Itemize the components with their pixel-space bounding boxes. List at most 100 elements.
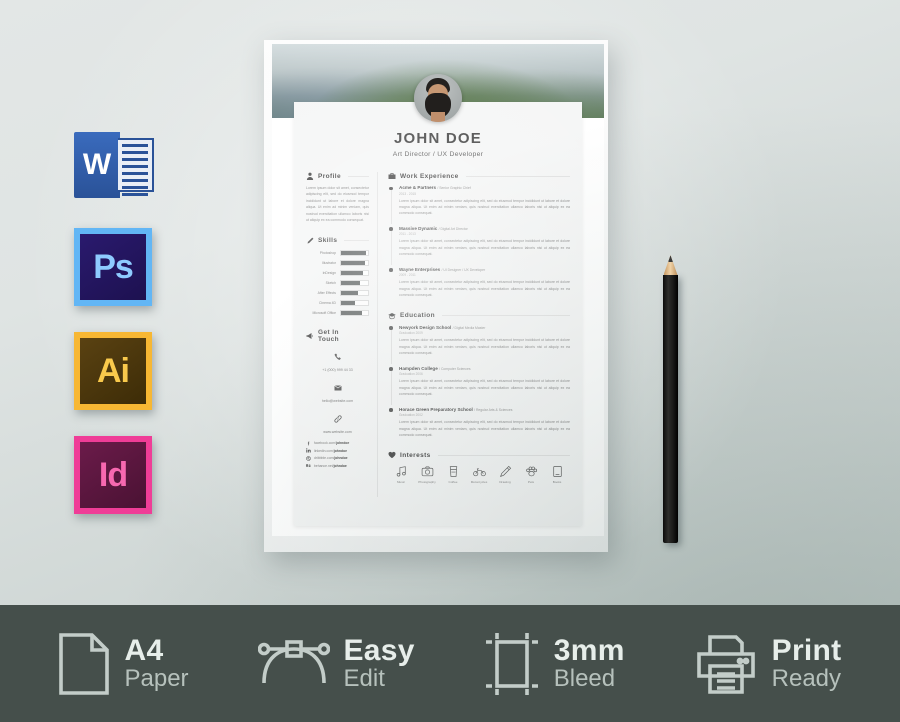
megaphone-icon [306, 332, 314, 340]
feature-print-ready: Print Ready [694, 632, 842, 696]
feature-edit-line1: Easy [343, 633, 415, 667]
interest-label: Drawing [499, 480, 511, 485]
entry-date: Graduation 2009 [399, 331, 423, 336]
list-item: Newyork Design School / Digital Media Ma… [388, 325, 570, 364]
interest-label: Pets [527, 480, 535, 485]
divider [344, 240, 369, 242]
entry-text: Lorem ipsum dolor sit amet, consectetur … [399, 420, 570, 437]
social-link-text: dribbble.com/johndoe [314, 456, 348, 461]
profile-text: Lorem ipsum dolor sit amet, consectetur … [306, 186, 369, 223]
music-note-icon [388, 464, 414, 479]
entry-date: 2013 - 2015 [399, 191, 417, 196]
indesign-icon-letters: Id [98, 456, 128, 494]
interest-item: Drawing [492, 464, 518, 484]
social-links-list: facebook.com/johndoe linkedin.com/johndoe… [306, 441, 369, 469]
interest-item: Coffee [440, 464, 466, 484]
contact-email[interactable]: hello@website.com [306, 379, 369, 403]
feature-a4-line2: Paper [124, 665, 189, 693]
paw-icon [518, 464, 544, 479]
photoshop-icon[interactable]: Ps [74, 228, 152, 306]
social-link-text: behance.net/johndoe [314, 463, 347, 468]
education-section: Education Newyork Design School / Digita… [388, 312, 570, 439]
interest-label: Coffee [448, 480, 458, 485]
divider [465, 175, 570, 177]
timeline-connector [390, 230, 392, 265]
motorcycle-icon [466, 464, 492, 479]
skill-label: After Effects [317, 290, 336, 295]
document-page-icon [58, 632, 110, 696]
skill-label: Microsoft Office [312, 310, 337, 315]
interests-list: Music Photography Coffee Motorcycles Drawing… [388, 464, 570, 484]
indesign-icon[interactable]: Id [74, 436, 152, 514]
skill-row: InDesign [306, 269, 369, 276]
entry-text: Lorem ipsum dolor sit amet, consectetur … [399, 338, 570, 356]
briefcase-icon [388, 172, 396, 180]
avatar [414, 74, 462, 122]
skill-row: Photoshop [306, 249, 369, 256]
user-icon [306, 172, 314, 180]
skill-bar [340, 309, 369, 316]
contact-section: Get In Touch +1 (000) 999 44 33 hello@we… [306, 329, 369, 469]
book-icon [544, 464, 570, 479]
pen-icon [306, 237, 314, 245]
timeline-connector [390, 190, 392, 224]
skills-title: Skills [318, 237, 338, 245]
entry-text: Lorem ipsum dolor sit amet, consectetur … [399, 198, 570, 216]
interest-item: Photography [414, 464, 440, 484]
skill-label: InDesign [322, 270, 336, 275]
entry-title: Wayne Enterprises / UI Designer / UX Dev… [399, 266, 486, 272]
feature-bleed-line1: 3mm [553, 633, 625, 667]
interests-section: Interests Music Photography Coffee Motorcyc… [388, 451, 570, 484]
entry-date: 2011 - 2013 [399, 232, 416, 237]
interest-item: Books [544, 464, 570, 484]
divider [437, 454, 570, 456]
social-link[interactable]: dribbble.com/johndoe [306, 455, 369, 461]
skill-row: Cinema 4D [306, 299, 369, 306]
interests-title: Interests [400, 451, 431, 459]
divider [348, 175, 369, 177]
pencil-tip-wood [663, 255, 678, 275]
skill-bar-fill [341, 290, 359, 295]
word-icon-lines [118, 138, 154, 196]
resume-sidebar: Profile Lorem ipsum dolor sit amet, cons… [306, 172, 377, 497]
word-icon-body: W [74, 132, 120, 198]
work-entry-list: Acme & Partners / Senior Graphic Chief 20… [388, 185, 570, 299]
interest-item: Motorcycles [466, 464, 492, 484]
social-link[interactable]: behance.net/johndoe [306, 463, 369, 468]
skills-section: Skills Photoshop Illustrator InDesign Sketc… [306, 237, 369, 316]
illustrator-icon[interactable]: Ai [74, 332, 152, 410]
social-link-text: linkedin.com/johndoe [314, 448, 347, 453]
feature-edit-line2: Edit [343, 665, 385, 693]
skills-list: Photoshop Illustrator InDesign Sketch After … [306, 249, 369, 316]
interest-item: Music [388, 464, 414, 484]
contact-email-value: hello@website.com [321, 398, 354, 403]
skill-bar-fill [341, 270, 363, 275]
contact-phone-value: +1 (000) 999 44 33 [322, 367, 353, 372]
social-link[interactable]: linkedin.com/johndoe [306, 448, 369, 453]
entry-text: Lorem ipsum dolor sit amet, consectetur … [399, 280, 570, 298]
skill-bar-fill [341, 260, 365, 265]
skill-bar [340, 259, 369, 266]
feature-easy-edit: Easy Edit [257, 633, 415, 693]
entry-title: Horace Green Preparatory School / Regula… [399, 406, 513, 412]
contact-phone[interactable]: +1 (000) 999 44 33 [306, 348, 369, 372]
contact-website[interactable]: www.website.com [306, 410, 369, 434]
list-item: Acme & Partners / Senior Graphic Chief 20… [388, 185, 570, 224]
camera-icon [414, 464, 440, 479]
skill-bar [340, 269, 369, 276]
feature-print-line1: Print [771, 633, 842, 667]
resume-main: Work Experience Acme & Partners / Senior… [377, 172, 570, 498]
pencil-body [663, 275, 678, 543]
photoshop-icon-letters: Ps [93, 248, 134, 286]
facebook-icon [306, 441, 311, 446]
entry-date: Graduation 2006 [399, 372, 423, 377]
skill-bar [340, 299, 369, 306]
skill-bar-fill [341, 280, 360, 285]
mail-icon [333, 379, 342, 396]
work-experience-title: Work Experience [400, 172, 459, 180]
feature-bleed-line2: Bleed [553, 665, 616, 693]
social-link[interactable]: facebook.com/johndoe [306, 441, 369, 446]
dribbble-icon [306, 455, 311, 461]
word-icon[interactable]: W [74, 130, 154, 202]
mockup-scene: W Ps Ai Id JOHN DOE Art Director / UX De… [0, 0, 900, 722]
